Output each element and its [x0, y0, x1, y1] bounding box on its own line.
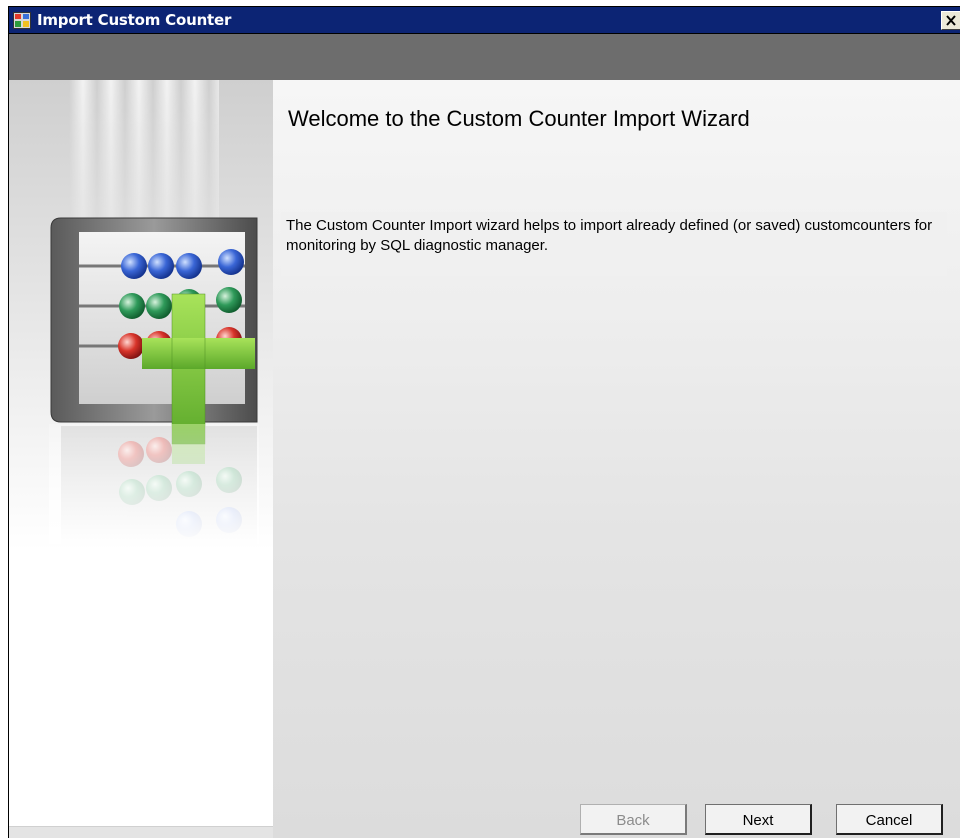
close-icon	[946, 15, 956, 26]
wizard-header-band	[9, 34, 960, 80]
import-custom-counter-window: Import Custom Counter Welcome to the Cus…	[8, 6, 960, 838]
wizard-title: Welcome to the Custom Counter Import Wiz…	[288, 106, 750, 131]
window-title: Import Custom Counter	[37, 11, 232, 29]
wizard-content-area: Welcome to the Custom Counter Import Wiz…	[273, 80, 960, 838]
cancel-button[interactable]: Cancel	[836, 804, 943, 835]
side-panel-footer-strip	[9, 826, 273, 838]
next-button[interactable]: Next	[705, 804, 812, 835]
wizard-side-panel	[9, 80, 273, 838]
window-app-icon	[13, 12, 31, 29]
wizard-description: The Custom Counter Import wizard helps t…	[286, 217, 933, 254]
title-bar[interactable]: Import Custom Counter	[9, 7, 960, 34]
abacus-plus-illustration	[49, 217, 259, 544]
close-button[interactable]	[941, 11, 960, 30]
back-button[interactable]: Back	[580, 804, 687, 835]
